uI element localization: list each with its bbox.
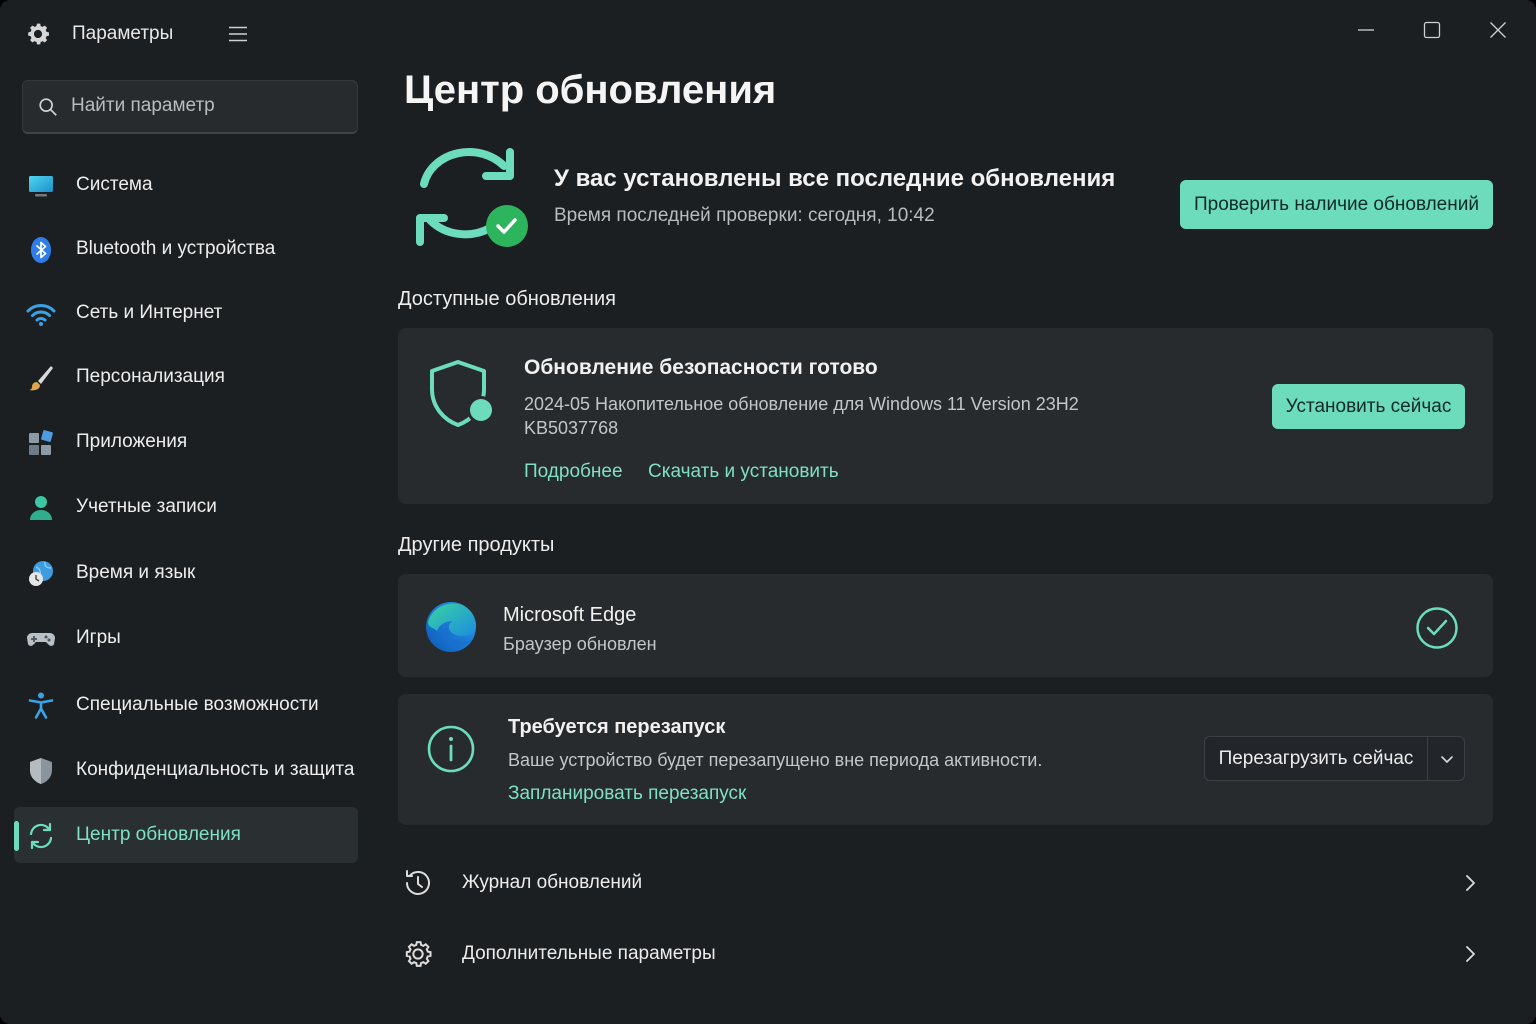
more-info-link[interactable]: Подробнее — [524, 461, 623, 483]
row-label: Дополнительные параметры — [462, 943, 716, 964]
update-description: 2024-05 Накопительное обновление для Win… — [524, 394, 1079, 414]
sidebar-item-gaming[interactable]: Игры — [14, 610, 358, 666]
edge-card: Microsoft Edge Браузер обновлен — [398, 574, 1493, 677]
sidebar-item-label: Игры — [76, 627, 121, 648]
sidebar-item-label: Специальные возможности — [76, 694, 319, 715]
gear-icon — [28, 23, 49, 45]
close-icon — [1490, 22, 1506, 38]
restart-required-card: Требуется перезапуск Ваше устройство буд… — [398, 694, 1493, 825]
restart-title: Требуется перезапуск — [508, 716, 726, 738]
sidebar-item-label: Сеть и Интернет — [76, 302, 223, 323]
check-circle-icon — [1416, 607, 1458, 649]
download-install-link[interactable]: Скачать и установить — [648, 461, 839, 483]
update-kb-number: KB5037768 — [524, 418, 619, 438]
sidebar-item-label: Центр обновления — [76, 824, 241, 845]
sidebar-item-label: Конфиденциальность и защита — [76, 759, 355, 780]
wifi-icon — [26, 304, 56, 326]
sidebar-item-label: Персонализация — [76, 366, 225, 387]
restart-split-button: Перезагрузить сейчас — [1204, 736, 1465, 781]
sidebar-item-label: Система — [76, 174, 153, 195]
row-label: Журнал обновлений — [462, 872, 643, 893]
maximize-icon — [1423, 21, 1441, 39]
settings-window: Параметры Система — [0, 0, 1536, 1024]
sidebar-item-label: Приложения — [76, 431, 188, 452]
other-products-heading: Другие продукты — [398, 534, 555, 556]
chevron-down-icon — [1440, 755, 1453, 763]
schedule-restart-link[interactable]: Запланировать перезапуск — [508, 783, 746, 805]
maximize-button[interactable] — [1404, 10, 1460, 50]
info-icon — [427, 725, 475, 773]
status-title: У вас установлены все последние обновлен… — [554, 165, 1116, 192]
accessibility-icon — [28, 692, 54, 719]
shield-icon — [30, 758, 52, 784]
gear-icon — [405, 941, 432, 967]
advanced-options-row[interactable]: Дополнительные параметры — [398, 924, 1493, 984]
sidebar-item-accounts[interactable]: Учетные записи — [14, 479, 358, 535]
update-status-icon — [416, 148, 528, 247]
globe-clock-icon — [29, 561, 53, 586]
install-now-button[interactable]: Установить сейчас — [1272, 384, 1465, 429]
sidebar-item-privacy[interactable]: Конфиденциальность и защита — [14, 742, 358, 798]
page-title: Центр обновления — [404, 68, 777, 112]
security-update-card: Обновление безопасности готово 2024-05 Н… — [398, 328, 1493, 504]
apps-icon — [29, 430, 53, 455]
product-name: Microsoft Edge — [503, 604, 637, 626]
sidebar-item-windows-update[interactable]: Центр обновления — [14, 807, 358, 863]
restart-options-dropdown[interactable] — [1428, 737, 1465, 780]
sidebar-item-label: Bluetooth и устройства — [76, 238, 276, 259]
monitor-icon — [29, 176, 53, 197]
history-icon — [406, 870, 430, 895]
minimize-button[interactable] — [1338, 10, 1394, 50]
update-title: Обновление безопасности готово — [524, 356, 878, 379]
app-title: Параметры — [72, 23, 174, 44]
product-status: Браузер обновлен — [503, 634, 657, 654]
sidebar-item-accessibility[interactable]: Специальные возможности — [14, 677, 358, 733]
edge-icon — [426, 602, 477, 652]
sync-icon — [29, 822, 53, 850]
sidebar-item-time-language[interactable]: Время и язык — [14, 545, 358, 601]
sidebar-item-bluetooth[interactable]: Bluetooth и устройства — [14, 221, 358, 277]
search-input[interactable] — [71, 81, 351, 131]
search-box — [22, 80, 358, 134]
title-bar: Параметры — [0, 0, 1536, 66]
chevron-right-icon — [1466, 946, 1475, 962]
restart-description: Ваше устройство будет перезапущено вне п… — [508, 750, 1043, 770]
minimize-icon — [1358, 29, 1374, 31]
sidebar-item-label: Учетные записи — [76, 496, 217, 517]
menu-icon[interactable] — [226, 22, 250, 46]
sidebar-item-personalization[interactable]: Персонализация — [14, 349, 358, 405]
check-updates-button[interactable]: Проверить наличие обновлений — [1180, 180, 1493, 229]
close-button[interactable] — [1470, 10, 1526, 50]
update-history-row[interactable]: Журнал обновлений — [398, 853, 1493, 913]
search-icon — [39, 98, 57, 116]
chevron-right-icon — [1466, 875, 1475, 891]
last-check-time: Время последней проверки: сегодня, 10:42 — [554, 205, 935, 226]
person-icon — [30, 496, 52, 520]
available-updates-heading: Доступные обновления — [398, 288, 616, 310]
bluetooth-icon — [31, 237, 51, 263]
gamepad-icon — [27, 633, 55, 646]
sidebar-item-system[interactable]: Система — [14, 157, 358, 213]
sidebar-item-network[interactable]: Сеть и Интернет — [14, 285, 358, 341]
restart-now-button[interactable]: Перезагрузить сейчас — [1205, 737, 1427, 780]
sidebar-item-label: Время и язык — [76, 562, 196, 583]
active-indicator — [14, 821, 19, 851]
sidebar-item-apps[interactable]: Приложения — [14, 414, 358, 470]
shield-update-icon — [430, 360, 495, 427]
brush-icon — [29, 366, 53, 391]
